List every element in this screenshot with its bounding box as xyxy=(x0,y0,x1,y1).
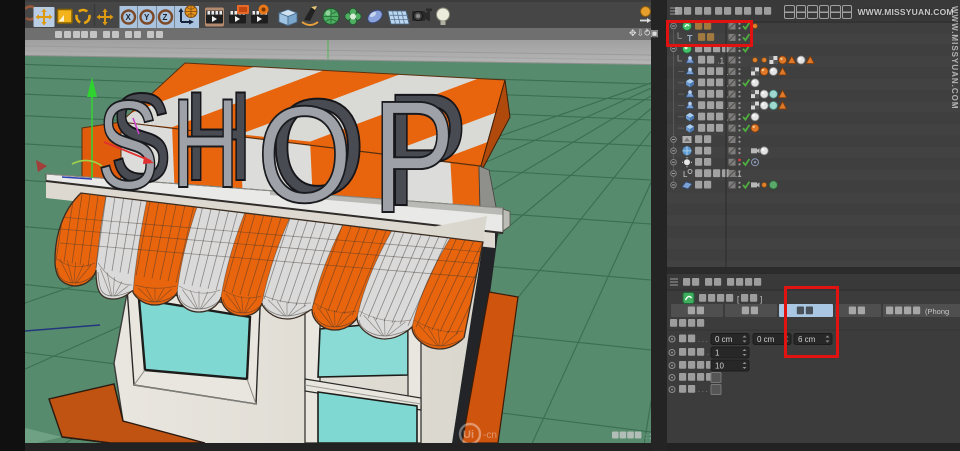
svg-text:L: L xyxy=(683,170,688,179)
svg-text:H: H xyxy=(171,72,240,215)
svg-text:X: X xyxy=(126,13,132,22)
svg-text:0 cm: 0 cm xyxy=(715,335,733,344)
svg-text:Y: Y xyxy=(144,13,150,22)
svg-text:1: 1 xyxy=(715,349,720,358)
svg-text:. . .: . . . xyxy=(698,387,708,394)
svg-text:.1: .1 xyxy=(717,57,724,66)
svg-text:Z: Z xyxy=(163,13,168,22)
svg-text:.: . xyxy=(707,350,709,357)
svg-text:Ui: Ui xyxy=(463,429,474,441)
svg-text:0 cm: 0 cm xyxy=(757,335,775,344)
svg-text:. . .: . . . xyxy=(698,337,708,344)
svg-text:S: S xyxy=(97,74,159,217)
svg-text:10: 10 xyxy=(715,362,724,371)
svg-text:(Phong: (Phong xyxy=(925,307,949,316)
svg-text:O: O xyxy=(257,77,353,231)
svg-text:P: P xyxy=(372,68,455,246)
svg-text:-cn: -cn xyxy=(483,430,497,441)
svg-text:]: ] xyxy=(760,295,762,304)
